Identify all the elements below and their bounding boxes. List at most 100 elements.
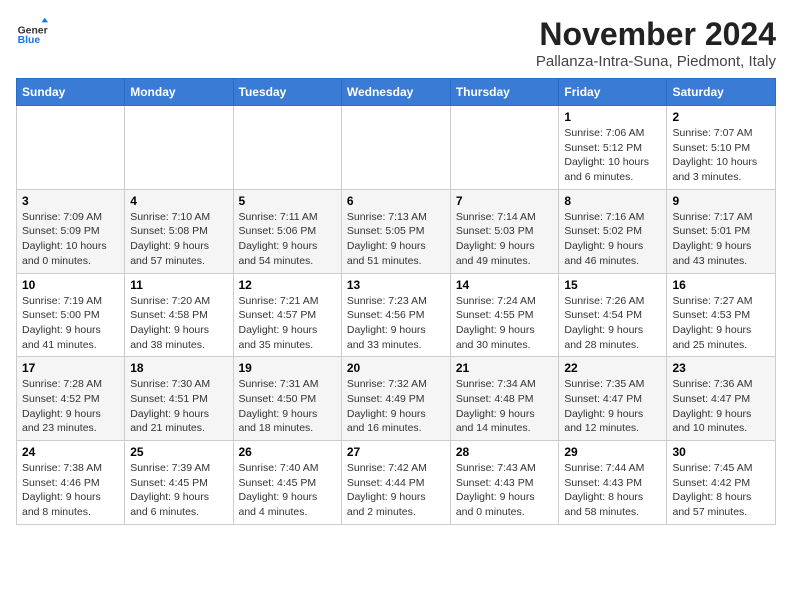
- day-info: Sunrise: 7:45 AM Sunset: 4:42 PM Dayligh…: [672, 461, 770, 520]
- day-info: Sunrise: 7:43 AM Sunset: 4:43 PM Dayligh…: [456, 461, 554, 520]
- day-number: 1: [564, 110, 661, 124]
- day-cell: 1Sunrise: 7:06 AM Sunset: 5:12 PM Daylig…: [559, 106, 667, 190]
- day-info: Sunrise: 7:27 AM Sunset: 4:53 PM Dayligh…: [672, 294, 770, 353]
- day-number: 11: [130, 278, 227, 292]
- day-number: 25: [130, 445, 227, 459]
- title-area: November 2024 Pallanza-Intra-Suna, Piedm…: [536, 16, 776, 70]
- weekday-header-tuesday: Tuesday: [233, 79, 341, 106]
- day-cell: [341, 106, 450, 190]
- day-cell: 6Sunrise: 7:13 AM Sunset: 5:05 PM Daylig…: [341, 189, 450, 273]
- day-cell: 21 Sunrise: 7:34 AM Sunset: 4:48 PM Dayli…: [450, 357, 559, 441]
- day-info: Sunrise: 7:38 AM Sunset: 4:46 PM Dayligh…: [22, 461, 119, 520]
- day-number: 15: [564, 278, 661, 292]
- day-number: 10: [22, 278, 119, 292]
- day-cell: 11 Sunrise: 7:20 AM Sunset: 4:58 PM Dayli…: [125, 273, 233, 357]
- day-number: 20: [347, 361, 445, 375]
- day-number: 2: [672, 110, 770, 124]
- day-info: Sunrise: 7:40 AM Sunset: 4:45 PM Dayligh…: [239, 461, 336, 520]
- day-cell: 22Sunrise: 7:35 AM Sunset: 4:47 PM Dayli…: [559, 357, 667, 441]
- weekday-header-row: SundayMondayTuesdayWednesdayThursdayFrid…: [17, 79, 776, 106]
- day-info: Sunrise: 7:39 AM Sunset: 4:45 PM Dayligh…: [130, 461, 227, 520]
- day-number: 12: [239, 278, 336, 292]
- day-info: Sunrise: 7:42 AM Sunset: 4:44 PM Dayligh…: [347, 461, 445, 520]
- day-number: 7: [456, 194, 554, 208]
- day-cell: 5 Sunrise: 7:11 AM Sunset: 5:06 PM Daylig…: [233, 189, 341, 273]
- day-cell: 19 Sunrise: 7:31 AM Sunset: 4:50 PM Dayli…: [233, 357, 341, 441]
- day-info: Sunrise: 7:10 AM Sunset: 5:08 PM Dayligh…: [130, 210, 227, 269]
- svg-text:Blue: Blue: [18, 35, 41, 46]
- week-row-3: 10 Sunrise: 7:19 AM Sunset: 5:00 PM Dayli…: [17, 273, 776, 357]
- day-info: Sunrise: 7:23 AM Sunset: 4:56 PM Dayligh…: [347, 294, 445, 353]
- day-info: Sunrise: 7:28 AM Sunset: 4:52 PM Dayligh…: [22, 377, 119, 436]
- logo: General Blue: [16, 16, 48, 48]
- day-cell: 24Sunrise: 7:38 AM Sunset: 4:46 PM Dayli…: [17, 441, 125, 525]
- day-cell: 7 Sunrise: 7:14 AM Sunset: 5:03 PM Daylig…: [450, 189, 559, 273]
- day-info: Sunrise: 7:19 AM Sunset: 5:00 PM Dayligh…: [22, 294, 119, 353]
- day-number: 8: [564, 194, 661, 208]
- weekday-header-sunday: Sunday: [17, 79, 125, 106]
- day-info: Sunrise: 7:31 AM Sunset: 4:50 PM Dayligh…: [239, 377, 336, 436]
- day-info: Sunrise: 7:34 AM Sunset: 4:48 PM Dayligh…: [456, 377, 554, 436]
- week-row-1: 1Sunrise: 7:06 AM Sunset: 5:12 PM Daylig…: [17, 106, 776, 190]
- day-cell: 3 Sunrise: 7:09 AM Sunset: 5:09 PM Daylig…: [17, 189, 125, 273]
- location-subtitle: Pallanza-Intra-Suna, Piedmont, Italy: [536, 53, 776, 70]
- day-cell: 28 Sunrise: 7:43 AM Sunset: 4:43 PM Dayli…: [450, 441, 559, 525]
- logo-icon: General Blue: [16, 16, 48, 48]
- day-number: 27: [347, 445, 445, 459]
- day-info: Sunrise: 7:14 AM Sunset: 5:03 PM Dayligh…: [456, 210, 554, 269]
- day-number: 26: [239, 445, 336, 459]
- day-cell: [17, 106, 125, 190]
- day-cell: 14Sunrise: 7:24 AM Sunset: 4:55 PM Dayli…: [450, 273, 559, 357]
- day-cell: 27 Sunrise: 7:42 AM Sunset: 4:44 PM Dayli…: [341, 441, 450, 525]
- day-info: Sunrise: 7:26 AM Sunset: 4:54 PM Dayligh…: [564, 294, 661, 353]
- day-cell: 17 Sunrise: 7:28 AM Sunset: 4:52 PM Dayli…: [17, 357, 125, 441]
- day-info: Sunrise: 7:09 AM Sunset: 5:09 PM Dayligh…: [22, 210, 119, 269]
- day-cell: [125, 106, 233, 190]
- day-info: Sunrise: 7:11 AM Sunset: 5:06 PM Dayligh…: [239, 210, 336, 269]
- day-info: Sunrise: 7:16 AM Sunset: 5:02 PM Dayligh…: [564, 210, 661, 269]
- day-cell: 16 Sunrise: 7:27 AM Sunset: 4:53 PM Dayli…: [667, 273, 776, 357]
- day-number: 9: [672, 194, 770, 208]
- day-number: 21: [456, 361, 554, 375]
- weekday-header-wednesday: Wednesday: [341, 79, 450, 106]
- day-number: 16: [672, 278, 770, 292]
- day-info: Sunrise: 7:13 AM Sunset: 5:05 PM Dayligh…: [347, 210, 445, 269]
- day-cell: 30Sunrise: 7:45 AM Sunset: 4:42 PM Dayli…: [667, 441, 776, 525]
- day-cell: 23 Sunrise: 7:36 AM Sunset: 4:47 PM Dayli…: [667, 357, 776, 441]
- weekday-header-friday: Friday: [559, 79, 667, 106]
- day-number: 3: [22, 194, 119, 208]
- header: General Blue November 2024 Pallanza-Intr…: [16, 16, 776, 70]
- day-info: Sunrise: 7:21 AM Sunset: 4:57 PM Dayligh…: [239, 294, 336, 353]
- day-number: 29: [564, 445, 661, 459]
- day-cell: 26 Sunrise: 7:40 AM Sunset: 4:45 PM Dayli…: [233, 441, 341, 525]
- day-cell: 12 Sunrise: 7:21 AM Sunset: 4:57 PM Dayli…: [233, 273, 341, 357]
- day-cell: 10 Sunrise: 7:19 AM Sunset: 5:00 PM Dayli…: [17, 273, 125, 357]
- day-cell: 15 Sunrise: 7:26 AM Sunset: 4:54 PM Dayli…: [559, 273, 667, 357]
- day-number: 18: [130, 361, 227, 375]
- day-number: 4: [130, 194, 227, 208]
- day-info: Sunrise: 7:20 AM Sunset: 4:58 PM Dayligh…: [130, 294, 227, 353]
- day-info: Sunrise: 7:17 AM Sunset: 5:01 PM Dayligh…: [672, 210, 770, 269]
- day-number: 5: [239, 194, 336, 208]
- day-number: 28: [456, 445, 554, 459]
- day-cell: 13 Sunrise: 7:23 AM Sunset: 4:56 PM Dayli…: [341, 273, 450, 357]
- day-cell: [450, 106, 559, 190]
- day-cell: 25 Sunrise: 7:39 AM Sunset: 4:45 PM Dayli…: [125, 441, 233, 525]
- weekday-header-thursday: Thursday: [450, 79, 559, 106]
- day-number: 19: [239, 361, 336, 375]
- day-number: 14: [456, 278, 554, 292]
- day-info: Sunrise: 7:44 AM Sunset: 4:43 PM Dayligh…: [564, 461, 661, 520]
- week-row-4: 17 Sunrise: 7:28 AM Sunset: 4:52 PM Dayli…: [17, 357, 776, 441]
- day-number: 13: [347, 278, 445, 292]
- calendar: SundayMondayTuesdayWednesdayThursdayFrid…: [16, 78, 776, 525]
- day-info: Sunrise: 7:36 AM Sunset: 4:47 PM Dayligh…: [672, 377, 770, 436]
- day-cell: 4 Sunrise: 7:10 AM Sunset: 5:08 PM Daylig…: [125, 189, 233, 273]
- day-cell: 8 Sunrise: 7:16 AM Sunset: 5:02 PM Daylig…: [559, 189, 667, 273]
- day-info: Sunrise: 7:07 AM Sunset: 5:10 PM Dayligh…: [672, 126, 770, 185]
- day-cell: [233, 106, 341, 190]
- weekday-header-saturday: Saturday: [667, 79, 776, 106]
- day-number: 17: [22, 361, 119, 375]
- day-cell: 29 Sunrise: 7:44 AM Sunset: 4:43 PM Dayli…: [559, 441, 667, 525]
- day-number: 22: [564, 361, 661, 375]
- day-number: 23: [672, 361, 770, 375]
